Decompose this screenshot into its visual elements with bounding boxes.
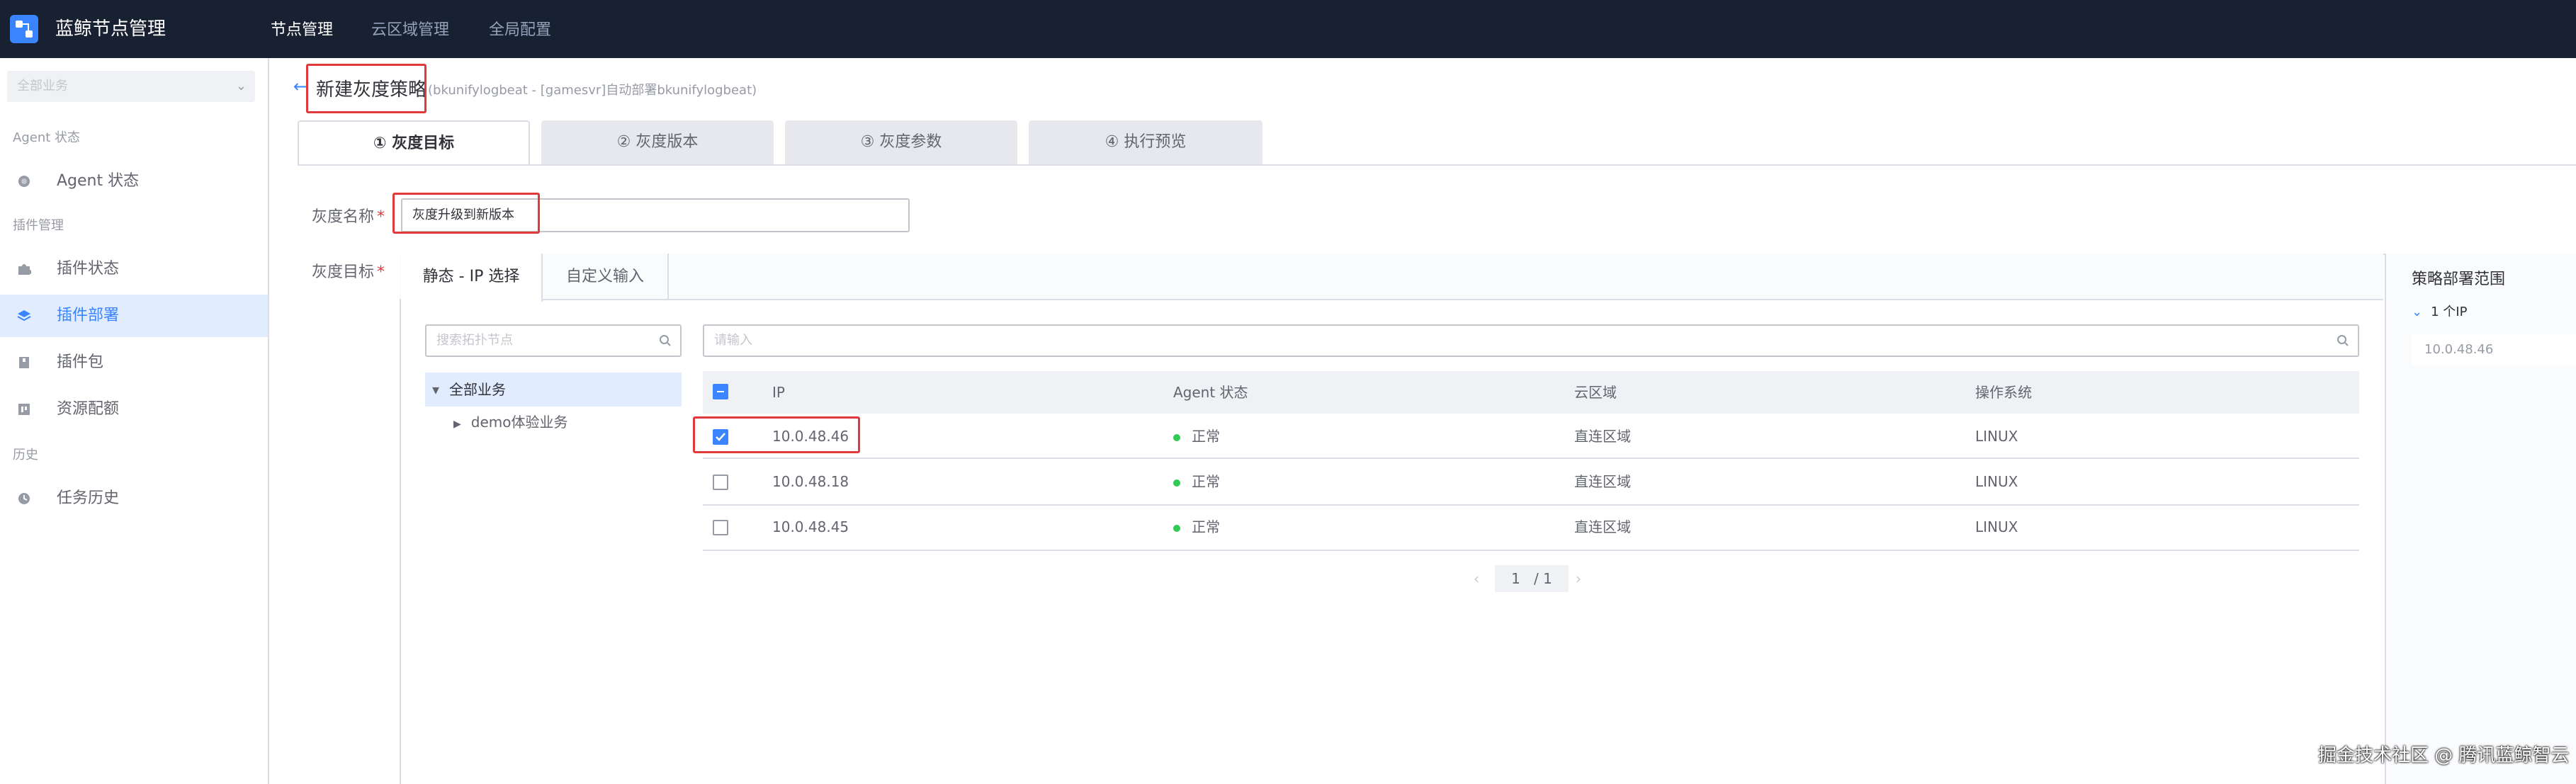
cell-status: 正常 bbox=[1173, 414, 1220, 459]
column-os: 操作系统 bbox=[1975, 384, 2032, 401]
cell-os: LINUX bbox=[1975, 428, 2018, 445]
search-icon bbox=[2337, 335, 2349, 346]
sidebar-item-label: 插件状态 bbox=[57, 260, 120, 278]
sidebar-item-resource-quota[interactable]: 资源配额 bbox=[0, 388, 268, 431]
cell-ip: 10.0.48.45 bbox=[772, 518, 849, 535]
step-tab-target[interactable]: ① 灰度目标 bbox=[298, 120, 530, 164]
cell-ip: 10.0.48.18 bbox=[772, 473, 849, 490]
circle-dot-icon bbox=[18, 176, 30, 187]
sidebar-item-label: 插件部署 bbox=[57, 307, 120, 324]
pager-prev-icon[interactable]: ‹ bbox=[1474, 565, 1479, 592]
target-tabs-bar bbox=[400, 254, 2383, 300]
select-all-checkbox[interactable] bbox=[713, 384, 728, 399]
sidebar-item-label: 插件包 bbox=[57, 353, 104, 371]
gray-name-label: 灰度名称 * bbox=[312, 208, 385, 226]
sidebar-item-label: Agent 状态 bbox=[57, 172, 140, 190]
top-bar: 蓝鲸节点管理 节点管理 云区域管理 全局配置 bbox=[0, 0, 2576, 58]
topology-search-input[interactable]: 搜索拓扑节点 bbox=[425, 324, 682, 357]
step-tab-version[interactable]: ② 灰度版本 bbox=[541, 120, 774, 164]
sidebar-item-plugin-package[interactable]: 插件包 bbox=[0, 341, 268, 384]
topnav-cloud-area[interactable]: 云区域管理 bbox=[371, 18, 449, 42]
business-select-value: 全部业务 bbox=[17, 79, 68, 93]
status-dot-icon bbox=[1173, 524, 1180, 532]
puzzle-icon bbox=[18, 264, 31, 275]
tree-node-all-business[interactable]: ▾ 全部业务 bbox=[425, 373, 682, 407]
highlight-box-name bbox=[392, 193, 540, 234]
search-icon bbox=[660, 335, 671, 346]
tree-node-demo[interactable]: ▶ demo体验业务 bbox=[453, 409, 568, 437]
app-title: 蓝鲸节点管理 bbox=[55, 18, 166, 40]
topnav-node-management[interactable]: 节点管理 bbox=[271, 18, 333, 42]
package-icon bbox=[19, 357, 29, 368]
column-agent-status: Agent 状态 bbox=[1173, 384, 1248, 401]
table-row[interactable] bbox=[703, 414, 2359, 459]
group-title-plugin: 插件管理 bbox=[13, 218, 64, 233]
tab-divider bbox=[298, 164, 2576, 166]
scope-count[interactable]: ⌄ 1 个IP bbox=[2412, 302, 2467, 320]
tab-static-ip[interactable]: 静态 - IP 选择 bbox=[401, 254, 543, 302]
sidebar: 全部业务 ⌄ Agent 状态 Agent 状态 插件管理 插件状态 插件部署 … bbox=[0, 58, 269, 784]
row-checkbox[interactable] bbox=[713, 520, 728, 535]
caret-down-icon[interactable]: ▾ bbox=[432, 373, 439, 407]
pager-indicator: 1 / 1 bbox=[1495, 565, 1569, 592]
status-dot-icon bbox=[1173, 433, 1180, 441]
cell-os: LINUX bbox=[1975, 473, 2018, 490]
scope-title: 策略部署范围 bbox=[2412, 271, 2506, 288]
pager-next-icon[interactable]: › bbox=[1576, 565, 1581, 592]
page-subtitle: (bkunifylogbeat - [gamesvr]自动部署bkunifylo… bbox=[428, 83, 757, 98]
topnav-global-config[interactable]: 全局配置 bbox=[489, 18, 551, 42]
tab-custom-input[interactable]: 自定义输入 bbox=[543, 254, 669, 300]
step-tab-preview[interactable]: ④ 执行预览 bbox=[1029, 120, 1262, 164]
step-tab-params[interactable]: ③ 灰度参数 bbox=[785, 120, 1017, 164]
table-row[interactable] bbox=[703, 506, 2359, 551]
layers-icon bbox=[17, 310, 31, 322]
clock-icon bbox=[18, 493, 30, 504]
business-select[interactable]: 全部业务 ⌄ bbox=[7, 71, 255, 102]
highlight-box-title bbox=[306, 64, 426, 113]
scope-ip-item: 10.0.48.46 bbox=[2412, 334, 2576, 365]
row-checkbox[interactable] bbox=[713, 475, 728, 490]
group-title-history: 历史 bbox=[13, 448, 38, 462]
table-header bbox=[703, 371, 2359, 414]
ip-search-input[interactable]: 请输入 bbox=[703, 324, 2359, 357]
watermark: 掘金技术社区 @ 腾讯蓝鲸智云 bbox=[2318, 745, 2570, 766]
sidebar-item-plugin-deploy[interactable]: 插件部署 bbox=[0, 295, 268, 337]
cell-cloud: 直连区域 bbox=[1574, 518, 1631, 535]
group-title-agent: Agent 状态 bbox=[13, 130, 81, 145]
sidebar-item-label: 资源配额 bbox=[57, 400, 120, 418]
app-logo-icon[interactable] bbox=[10, 15, 38, 43]
sidebar-item-label: 任务历史 bbox=[57, 489, 120, 507]
status-dot-icon bbox=[1173, 479, 1180, 487]
cell-cloud: 直连区域 bbox=[1574, 473, 1631, 490]
highlight-box-row bbox=[693, 416, 860, 453]
cell-cloud: 直连区域 bbox=[1574, 428, 1631, 445]
cell-status: 正常 bbox=[1173, 504, 1220, 550]
chevron-down-icon: ⌄ bbox=[235, 79, 247, 93]
cell-os: LINUX bbox=[1975, 518, 2018, 535]
column-cloud-area: 云区域 bbox=[1574, 384, 1617, 401]
cell-status: 正常 bbox=[1173, 459, 1220, 504]
gray-target-label: 灰度目标 * bbox=[312, 263, 385, 281]
grid-icon bbox=[18, 404, 30, 415]
caret-right-icon[interactable]: ▶ bbox=[453, 419, 461, 430]
table-row[interactable] bbox=[703, 460, 2359, 506]
sidebar-item-agent-status[interactable]: Agent 状态 bbox=[0, 160, 268, 203]
chevron-down-icon: ⌄ bbox=[2412, 305, 2423, 319]
sidebar-item-task-history[interactable]: 任务历史 bbox=[0, 477, 268, 520]
sidebar-item-plugin-status[interactable]: 插件状态 bbox=[0, 248, 268, 290]
column-ip: IP bbox=[772, 384, 785, 401]
deploy-scope-panel bbox=[2385, 254, 2576, 784]
